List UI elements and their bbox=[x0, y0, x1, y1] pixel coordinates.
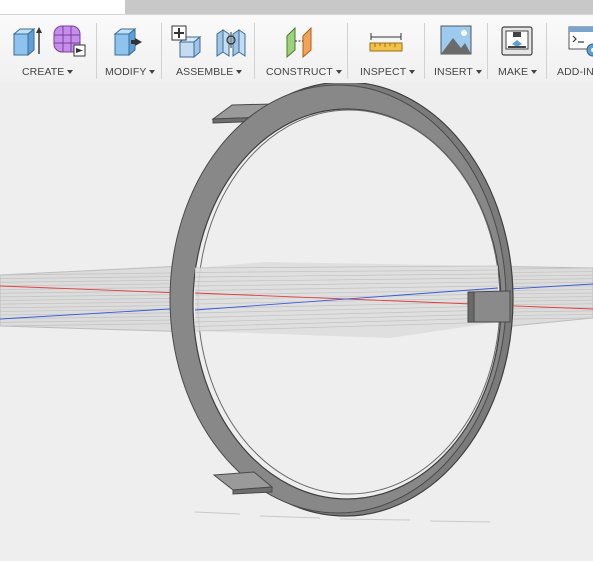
create-menu-label[interactable]: CREATE bbox=[22, 66, 74, 78]
addins-menu-label[interactable]: ADD-IN bbox=[557, 66, 593, 78]
chevron-down-icon bbox=[475, 70, 482, 74]
active-tab-strip bbox=[0, 0, 125, 14]
addins-group[interactable]: ADD-IN bbox=[547, 15, 593, 83]
modify-menu-label[interactable]: MODIFY bbox=[105, 66, 156, 78]
assemble-group[interactable]: ASSEMBLE bbox=[162, 15, 254, 83]
chevron-down-icon bbox=[236, 70, 243, 74]
right-tab[interactable] bbox=[467, 290, 511, 323]
chevron-down-icon bbox=[409, 70, 416, 74]
assemble-menu-label[interactable]: ASSEMBLE bbox=[176, 66, 243, 78]
make-menu-label[interactable]: MAKE bbox=[498, 66, 538, 78]
chevron-down-icon bbox=[335, 70, 342, 74]
chevron-down-icon bbox=[67, 70, 74, 74]
form-sphere-icon[interactable] bbox=[52, 24, 86, 58]
offset-plane-icon[interactable] bbox=[283, 24, 319, 58]
joint-icon[interactable] bbox=[214, 24, 248, 58]
press-pull-icon[interactable] bbox=[111, 24, 145, 58]
chevron-down-icon bbox=[531, 70, 538, 74]
3d-print-icon[interactable] bbox=[500, 24, 534, 58]
insert-group[interactable]: INSERT bbox=[425, 15, 487, 83]
insert-menu-label[interactable]: INSERT bbox=[434, 66, 482, 78]
chevron-down-icon bbox=[149, 70, 156, 74]
inspect-group[interactable]: INSPECT bbox=[348, 15, 424, 83]
new-component-icon[interactable] bbox=[170, 24, 204, 58]
make-group[interactable]: MAKE bbox=[488, 15, 546, 83]
inner-grid bbox=[194, 262, 499, 338]
construct-menu-label[interactable]: CONSTRUCT bbox=[266, 66, 342, 78]
construct-group[interactable]: CONSTRUCT bbox=[255, 15, 347, 83]
measure-ruler-icon[interactable] bbox=[368, 24, 404, 58]
modify-group[interactable]: MODIFY bbox=[97, 15, 161, 83]
scripts-addins-icon[interactable] bbox=[567, 24, 593, 58]
create-group[interactable]: CREATE bbox=[0, 15, 96, 83]
insert-image-icon[interactable] bbox=[439, 24, 473, 58]
canvas-viewport[interactable] bbox=[0, 83, 593, 561]
extrude-box-icon[interactable] bbox=[10, 24, 44, 58]
toolbar: CREATE MODIFY ASSEMBLE CONSTRUCT INSPECT… bbox=[0, 14, 593, 84]
inspect-menu-label[interactable]: INSPECT bbox=[360, 66, 416, 78]
